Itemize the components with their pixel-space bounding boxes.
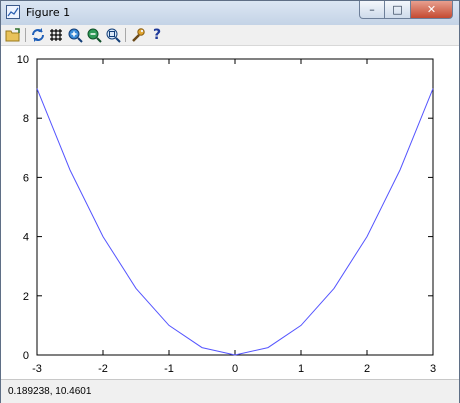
wrench-icon[interactable] (130, 27, 146, 43)
data-point (36, 88, 37, 89)
data-point (432, 88, 433, 89)
status-bar: 0.189238, 10.4601 (1, 379, 459, 403)
data-point (102, 236, 103, 237)
cursor-coordinates: 0.189238, 10.4601 (8, 386, 92, 397)
minimize-button[interactable]: – (359, 1, 385, 19)
data-point (300, 325, 301, 326)
close-button[interactable]: ✕ (411, 1, 453, 19)
zoom-out-icon[interactable] (86, 27, 102, 43)
plot-frame (36, 58, 434, 356)
y-tick-label: 4 (23, 232, 29, 244)
zoom-in-icon[interactable] (67, 27, 83, 43)
window-title: Figure 1 (26, 6, 71, 19)
data-point (135, 288, 136, 289)
data-point (399, 169, 400, 170)
zoom-fit-icon[interactable] (105, 27, 121, 43)
plot-area[interactable]: -3 -2 -1 0 1 2 3 0 2 4 6 8 10 (1, 46, 459, 379)
x-tick-label: -2 (98, 363, 108, 375)
refresh-icon[interactable] (30, 27, 46, 43)
data-point (234, 354, 235, 355)
figure-app-icon (6, 5, 20, 19)
help-icon[interactable]: ? (149, 27, 165, 43)
toolbar-separator (25, 28, 26, 42)
help-icon-glyph: ? (152, 27, 162, 43)
grid-icon[interactable] (48, 27, 64, 43)
toolbar-separator (125, 28, 126, 42)
y-tick-label: 2 (23, 291, 29, 303)
series-line (36, 88, 434, 356)
x-tick-label: 0 (232, 363, 238, 375)
data-point (168, 325, 169, 326)
x-tick-label: 2 (364, 363, 370, 375)
y-tick-label: 8 (23, 113, 29, 125)
title-bar[interactable]: Figure 1 – □ ✕ (1, 1, 459, 25)
x-tick-label: -1 (164, 363, 174, 375)
data-point (69, 169, 70, 170)
data-point (267, 347, 268, 348)
open-folder-icon[interactable] (5, 27, 21, 43)
figure-window: Figure 1 – □ ✕ ? -3 -2 -1 0 1 2 3 0 2 4 … (0, 0, 460, 403)
x-tick-label: 3 (430, 363, 436, 375)
data-point (333, 288, 334, 289)
data-point (366, 236, 367, 237)
x-tick-label: 1 (298, 363, 304, 375)
y-tick-label: 10 (17, 54, 29, 66)
caption-buttons: – □ ✕ (359, 1, 453, 20)
maximize-button[interactable]: □ (385, 1, 411, 19)
y-tick-label: 0 (23, 350, 29, 362)
y-tick-label: 6 (23, 172, 29, 184)
chart-svg: -3 -2 -1 0 1 2 3 0 2 4 6 8 10 (17, 54, 436, 375)
data-point (201, 347, 202, 348)
toolbar: ? (1, 25, 459, 46)
x-tick-label: -3 (32, 363, 42, 375)
